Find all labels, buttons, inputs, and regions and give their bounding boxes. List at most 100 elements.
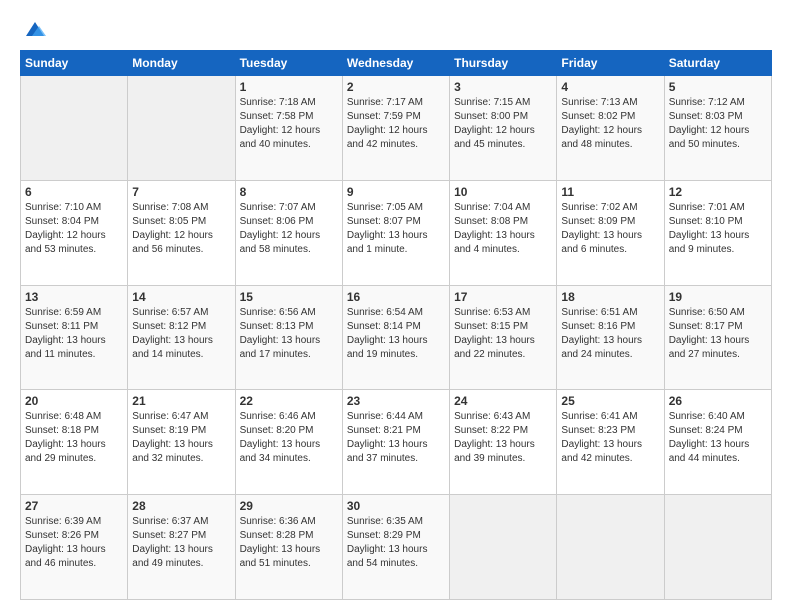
day-cell: 12 Sunrise: 7:01 AM Sunset: 8:10 PM Dayli… — [664, 180, 771, 285]
day-detail: Sunrise: 7:15 AM Sunset: 8:00 PM Dayligh… — [454, 96, 552, 152]
day-detail: Sunrise: 7:01 AM Sunset: 8:10 PM Dayligh… — [669, 201, 767, 257]
day-number: 17 — [454, 290, 552, 304]
weekday-header-tuesday: Tuesday — [235, 51, 342, 76]
page: SundayMondayTuesdayWednesdayThursdayFrid… — [0, 0, 792, 612]
day-cell: 17 Sunrise: 6:53 AM Sunset: 8:15 PM Dayli… — [450, 285, 557, 390]
day-cell: 9 Sunrise: 7:05 AM Sunset: 8:07 PM Daylig… — [342, 180, 449, 285]
day-detail: Sunrise: 7:13 AM Sunset: 8:02 PM Dayligh… — [561, 96, 659, 152]
day-number: 2 — [347, 80, 445, 94]
day-cell: 26 Sunrise: 6:40 AM Sunset: 8:24 PM Dayli… — [664, 390, 771, 495]
day-cell: 19 Sunrise: 6:50 AM Sunset: 8:17 PM Dayli… — [664, 285, 771, 390]
day-cell: 13 Sunrise: 6:59 AM Sunset: 8:11 PM Dayli… — [21, 285, 128, 390]
day-cell: 30 Sunrise: 6:35 AM Sunset: 8:29 PM Dayli… — [342, 495, 449, 600]
day-cell: 18 Sunrise: 6:51 AM Sunset: 8:16 PM Dayli… — [557, 285, 664, 390]
day-number: 19 — [669, 290, 767, 304]
day-detail: Sunrise: 6:39 AM Sunset: 8:26 PM Dayligh… — [25, 515, 123, 571]
day-number: 13 — [25, 290, 123, 304]
day-number: 1 — [240, 80, 338, 94]
week-row-2: 6 Sunrise: 7:10 AM Sunset: 8:04 PM Daylig… — [21, 180, 772, 285]
day-cell: 3 Sunrise: 7:15 AM Sunset: 8:00 PM Daylig… — [450, 76, 557, 181]
weekday-header-thursday: Thursday — [450, 51, 557, 76]
day-detail: Sunrise: 7:04 AM Sunset: 8:08 PM Dayligh… — [454, 201, 552, 257]
weekday-header-friday: Friday — [557, 51, 664, 76]
top-bar — [20, 18, 772, 40]
day-cell: 21Sunrise: 6:47 AM Sunset: 8:19 PM Dayli… — [128, 390, 235, 495]
day-detail: Sunrise: 6:47 AM Sunset: 8:19 PM Dayligh… — [132, 410, 230, 466]
day-number: 16 — [347, 290, 445, 304]
day-detail: Sunrise: 6:59 AM Sunset: 8:11 PM Dayligh… — [25, 306, 123, 362]
weekday-header-wednesday: Wednesday — [342, 51, 449, 76]
day-detail: Sunrise: 6:37 AM Sunset: 8:27 PM Dayligh… — [132, 515, 230, 571]
day-detail: Sunrise: 7:10 AM Sunset: 8:04 PM Dayligh… — [25, 201, 123, 257]
day-cell — [21, 76, 128, 181]
day-detail: Sunrise: 7:17 AM Sunset: 7:59 PM Dayligh… — [347, 96, 445, 152]
day-cell — [664, 495, 771, 600]
day-cell: 10 Sunrise: 7:04 AM Sunset: 8:08 PM Dayli… — [450, 180, 557, 285]
logo-icon — [24, 18, 46, 40]
day-cell: 23Sunrise: 6:44 AM Sunset: 8:21 PM Dayli… — [342, 390, 449, 495]
day-cell: 16 Sunrise: 6:54 AM Sunset: 8:14 PM Dayli… — [342, 285, 449, 390]
day-cell: 15 Sunrise: 6:56 AM Sunset: 8:13 PM Dayli… — [235, 285, 342, 390]
day-detail: Sunrise: 6:36 AM Sunset: 8:28 PM Dayligh… — [240, 515, 338, 571]
day-detail: Sunrise: 6:41 AM Sunset: 8:23 PM Dayligh… — [561, 410, 659, 466]
calendar: SundayMondayTuesdayWednesdayThursdayFrid… — [20, 50, 772, 600]
day-number: 20 — [25, 394, 123, 408]
day-detail: Sunrise: 6:50 AM Sunset: 8:17 PM Dayligh… — [669, 306, 767, 362]
day-cell: 5Sunrise: 7:12 AM Sunset: 8:03 PM Daylig… — [664, 76, 771, 181]
day-number: 28 — [132, 499, 230, 513]
weekday-header-sunday: Sunday — [21, 51, 128, 76]
day-number: 30 — [347, 499, 445, 513]
day-cell: 20 Sunrise: 6:48 AM Sunset: 8:18 PM Dayli… — [21, 390, 128, 495]
day-number: 7 — [132, 185, 230, 199]
day-cell: 11 Sunrise: 7:02 AM Sunset: 8:09 PM Dayli… — [557, 180, 664, 285]
day-detail: Sunrise: 6:51 AM Sunset: 8:16 PM Dayligh… — [561, 306, 659, 362]
day-cell — [450, 495, 557, 600]
day-number: 9 — [347, 185, 445, 199]
day-detail: Sunrise: 6:56 AM Sunset: 8:13 PM Dayligh… — [240, 306, 338, 362]
day-detail: Sunrise: 6:54 AM Sunset: 8:14 PM Dayligh… — [347, 306, 445, 362]
day-cell: 8Sunrise: 7:07 AM Sunset: 8:06 PM Daylig… — [235, 180, 342, 285]
day-cell: 7 Sunrise: 7:08 AM Sunset: 8:05 PM Daylig… — [128, 180, 235, 285]
weekday-header-row: SundayMondayTuesdayWednesdayThursdayFrid… — [21, 51, 772, 76]
week-row-1: 1 Sunrise: 7:18 AM Sunset: 7:58 PM Daylig… — [21, 76, 772, 181]
day-cell: 6 Sunrise: 7:10 AM Sunset: 8:04 PM Daylig… — [21, 180, 128, 285]
day-number: 27 — [25, 499, 123, 513]
day-detail: Sunrise: 6:40 AM Sunset: 8:24 PM Dayligh… — [669, 410, 767, 466]
day-number: 18 — [561, 290, 659, 304]
week-row-5: 27 Sunrise: 6:39 AM Sunset: 8:26 PM Dayli… — [21, 495, 772, 600]
day-detail: Sunrise: 6:35 AM Sunset: 8:29 PM Dayligh… — [347, 515, 445, 571]
day-number: 4 — [561, 80, 659, 94]
day-number: 6 — [25, 185, 123, 199]
day-detail: Sunrise: 6:53 AM Sunset: 8:15 PM Dayligh… — [454, 306, 552, 362]
day-detail: Sunrise: 6:46 AM Sunset: 8:20 PM Dayligh… — [240, 410, 338, 466]
day-detail: Sunrise: 6:48 AM Sunset: 8:18 PM Dayligh… — [25, 410, 123, 466]
day-number: 3 — [454, 80, 552, 94]
day-cell: 1 Sunrise: 7:18 AM Sunset: 7:58 PM Daylig… — [235, 76, 342, 181]
day-number: 26 — [669, 394, 767, 408]
logo — [20, 18, 48, 40]
day-cell: 28 Sunrise: 6:37 AM Sunset: 8:27 PM Dayli… — [128, 495, 235, 600]
day-number: 12 — [669, 185, 767, 199]
day-cell: 22 Sunrise: 6:46 AM Sunset: 8:20 PM Dayli… — [235, 390, 342, 495]
week-row-4: 20 Sunrise: 6:48 AM Sunset: 8:18 PM Dayli… — [21, 390, 772, 495]
day-detail: Sunrise: 7:02 AM Sunset: 8:09 PM Dayligh… — [561, 201, 659, 257]
day-detail: Sunrise: 7:07 AM Sunset: 8:06 PM Dayligh… — [240, 201, 338, 257]
day-detail: Sunrise: 7:12 AM Sunset: 8:03 PM Dayligh… — [669, 96, 767, 152]
day-number: 10 — [454, 185, 552, 199]
day-cell: 29Sunrise: 6:36 AM Sunset: 8:28 PM Dayli… — [235, 495, 342, 600]
day-number: 11 — [561, 185, 659, 199]
day-cell: 25 Sunrise: 6:41 AM Sunset: 8:23 PM Dayli… — [557, 390, 664, 495]
day-cell: 4 Sunrise: 7:13 AM Sunset: 8:02 PM Daylig… — [557, 76, 664, 181]
day-cell: 2 Sunrise: 7:17 AM Sunset: 7:59 PM Daylig… — [342, 76, 449, 181]
day-detail: Sunrise: 7:05 AM Sunset: 8:07 PM Dayligh… — [347, 201, 445, 257]
day-number: 24 — [454, 394, 552, 408]
day-cell: 14Sunrise: 6:57 AM Sunset: 8:12 PM Dayli… — [128, 285, 235, 390]
day-number: 22 — [240, 394, 338, 408]
day-number: 15 — [240, 290, 338, 304]
day-cell — [557, 495, 664, 600]
day-detail: Sunrise: 7:18 AM Sunset: 7:58 PM Dayligh… — [240, 96, 338, 152]
weekday-header-monday: Monday — [128, 51, 235, 76]
day-number: 25 — [561, 394, 659, 408]
day-detail: Sunrise: 6:57 AM Sunset: 8:12 PM Dayligh… — [132, 306, 230, 362]
day-detail: Sunrise: 7:08 AM Sunset: 8:05 PM Dayligh… — [132, 201, 230, 257]
